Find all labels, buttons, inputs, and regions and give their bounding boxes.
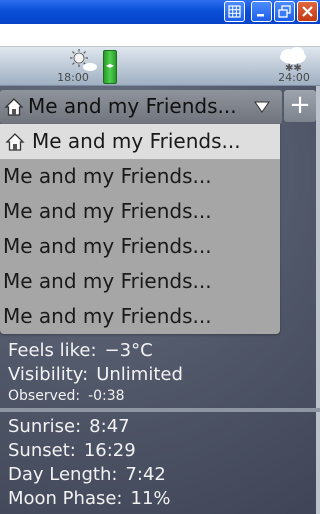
close-icon <box>302 6 313 17</box>
moon-phase-value: 11% <box>130 488 171 509</box>
forecast-time: 18:00 <box>57 71 89 84</box>
dropdown-item-label: Me and my Friends... <box>3 269 212 293</box>
dropdown-item-label: Me and my Friends... <box>3 164 212 188</box>
minimize-button[interactable] <box>251 1 272 22</box>
snow-cloud-icon: ✱✱ <box>280 47 306 73</box>
menu-strip <box>0 24 320 47</box>
feels-like-value: −3°C <box>104 340 153 361</box>
moon-phase-row: Moon Phase: 11% <box>8 488 171 509</box>
dropdown-item[interactable]: Me and my Friends... <box>0 124 280 159</box>
close-button[interactable] <box>297 1 318 22</box>
grid-icon <box>228 5 241 18</box>
feels-like-label: Feels like: <box>8 340 97 361</box>
dropdown-arrow-icon[interactable] <box>254 101 270 113</box>
minimize-icon <box>257 14 264 17</box>
forecast-strip[interactable]: 18:00 ✱✱ 24:00 <box>0 47 320 86</box>
day-length-label: Day Length: <box>8 464 118 485</box>
feels-like-row: Feels like: −3°C <box>8 340 153 361</box>
timeline-drag-handle[interactable]: ◂▸ <box>103 50 117 84</box>
restore-icon <box>278 5 291 18</box>
day-length-row: Day Length: 7:42 <box>8 464 166 485</box>
observed-label: Observed: <box>8 388 81 404</box>
dropdown-item[interactable]: Me and my Friends... <box>0 264 280 299</box>
dropdown-item[interactable]: Me and my Friends... <box>0 194 280 229</box>
sunrise-row: Sunrise: 8:47 <box>8 416 130 437</box>
home-icon <box>5 133 25 151</box>
dropdown-item[interactable]: Me and my Friends... <box>0 159 280 194</box>
location-title: Me and my Friends... <box>28 94 237 118</box>
sunset-value: 16:29 <box>83 440 136 461</box>
forecast-item[interactable]: 18:00 <box>43 47 103 85</box>
dropdown-item-label: Me and my Friends... <box>3 304 212 328</box>
moon-phase-label: Moon Phase: <box>8 488 123 509</box>
grid-view-button[interactable] <box>224 1 245 22</box>
maximize-button[interactable] <box>274 1 295 22</box>
scrollbar-track[interactable] <box>316 86 320 514</box>
window-titlebar <box>0 0 320 24</box>
section-divider <box>0 408 320 412</box>
forecast-item[interactable]: ✱✱ 24:00 <box>264 47 320 85</box>
visibility-value: Unlimited <box>96 364 183 385</box>
sunset-row: Sunset: 16:29 <box>8 440 136 461</box>
dropdown-item[interactable]: Me and my Friends... <box>0 299 280 334</box>
visibility-label: Visibility: <box>8 364 89 385</box>
observed-value: -0:38 <box>88 388 125 404</box>
sunrise-label: Sunrise: <box>8 416 82 437</box>
location-dropdown-list[interactable]: Me and my Friends... Me and my Friends..… <box>0 124 280 334</box>
home-icon <box>4 98 24 116</box>
visibility-row: Visibility: Unlimited <box>8 364 183 385</box>
location-selector[interactable]: Me and my Friends... <box>0 90 282 124</box>
dropdown-item-label: Me and my Friends... <box>32 129 241 153</box>
add-location-button[interactable]: + <box>284 90 316 122</box>
day-length-value: 7:42 <box>125 464 166 485</box>
dropdown-item-label: Me and my Friends... <box>3 234 212 258</box>
observed-row: Observed: -0:38 <box>8 388 125 404</box>
forecast-time: 24:00 <box>278 71 310 84</box>
sunrise-value: 8:47 <box>89 416 130 437</box>
dropdown-item-label: Me and my Friends... <box>3 199 212 223</box>
sunset-label: Sunset: <box>8 440 76 461</box>
dropdown-item[interactable]: Me and my Friends... <box>0 229 280 264</box>
